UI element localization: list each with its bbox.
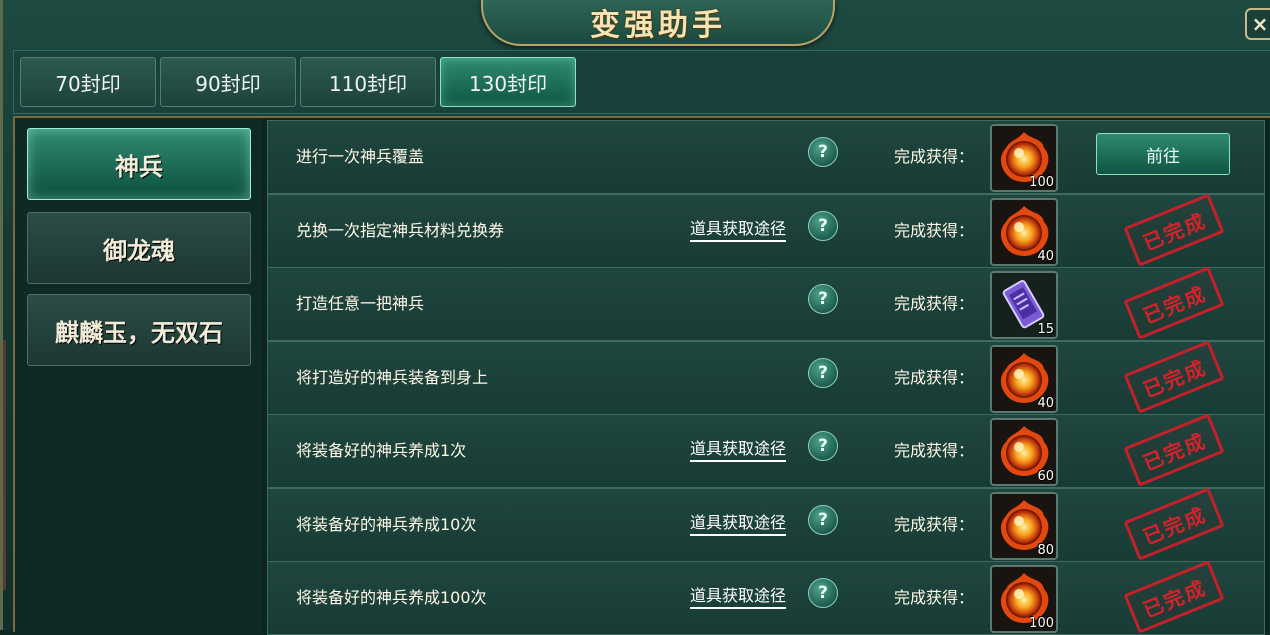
tab-seal-70[interactable]: 70封印 bbox=[20, 57, 156, 107]
category-shenbing[interactable]: 神兵 bbox=[27, 128, 251, 200]
reward-quantity: 100 bbox=[1029, 616, 1054, 631]
task-row: 打造任意一把神兵? 完成获得： 15 已完成 bbox=[267, 266, 1265, 341]
item-source-link[interactable]: 道具获取途径 bbox=[690, 219, 787, 242]
item-source-link[interactable]: 道具获取途径 bbox=[690, 439, 787, 462]
left-edge-decoration bbox=[3, 340, 6, 590]
tab-label: 110封印 bbox=[328, 71, 408, 96]
task-description: 打造任意一把神兵 bbox=[296, 294, 425, 313]
helper-window: 变强助手 × 70封印 90封印 110封印 130封印 神兵 御龙魂 麒麟玉，… bbox=[0, 0, 1270, 635]
task-description: 将打造好的神兵装备到身上 bbox=[296, 367, 489, 387]
category-qilinyu[interactable]: 麒麟玉，无双石 bbox=[27, 294, 251, 366]
reward-slot[interactable]: 100 bbox=[990, 124, 1058, 192]
reward-slot[interactable]: 100 bbox=[990, 565, 1058, 633]
reward-label: 完成获得： bbox=[894, 367, 975, 387]
reward-slot[interactable]: 40 bbox=[990, 197, 1058, 266]
help-icon[interactable]: ? bbox=[808, 137, 838, 167]
item-source-link[interactable]: 道具获取途径 bbox=[690, 586, 787, 609]
tab-seal-130[interactable]: 130封印 bbox=[440, 57, 576, 107]
help-icon[interactable]: ? bbox=[808, 210, 838, 241]
reward-label: 完成获得： bbox=[894, 147, 975, 166]
close-button[interactable]: × bbox=[1245, 8, 1270, 40]
reward-quantity: 100 bbox=[1029, 175, 1054, 190]
category-yulonghun[interactable]: 御龙魂 bbox=[27, 212, 251, 284]
help-icon[interactable]: ? bbox=[808, 578, 838, 608]
reward-label: 完成获得： bbox=[894, 588, 975, 607]
help-icon[interactable]: ? bbox=[808, 504, 838, 535]
task-row: 进行一次神兵覆盖? 完成获得： 100 前往 bbox=[267, 120, 1265, 194]
tab-label: 130封印 bbox=[468, 71, 548, 96]
help-icon[interactable]: ? bbox=[808, 284, 838, 314]
completed-stamp: 已完成 bbox=[1123, 339, 1225, 414]
task-description: 将装备好的神兵养成10次 bbox=[296, 514, 477, 534]
completed-stamp: 已完成 bbox=[1123, 413, 1225, 487]
help-icon[interactable]: ? bbox=[808, 357, 838, 388]
close-icon: × bbox=[1251, 12, 1269, 36]
seal-tab-bar: 70封印 90封印 110封印 130封印 bbox=[13, 50, 1270, 114]
task-row: 将打造好的神兵装备到身上? 完成获得： 40 已完成 bbox=[267, 339, 1265, 415]
reward-label: 完成获得： bbox=[894, 220, 975, 240]
category-sidebar: 神兵 御龙魂 麒麟玉，无双石 bbox=[15, 118, 263, 632]
item-source-link[interactable]: 道具获取途径 bbox=[690, 513, 787, 536]
task-row: 将装备好的神兵养成10次 道具获取途径? 完成获得： 80 已完成 bbox=[267, 486, 1265, 562]
reward-slot[interactable]: 40 bbox=[990, 344, 1058, 413]
tab-label: 70封印 bbox=[55, 71, 121, 96]
task-description: 进行一次神兵覆盖 bbox=[296, 147, 425, 166]
reward-label: 完成获得： bbox=[894, 294, 975, 313]
reward-quantity: 40 bbox=[1037, 248, 1054, 264]
task-row: 兑换一次指定神兵材料兑换券 道具获取途径? 完成获得： 40 已完成 bbox=[267, 192, 1265, 268]
task-description: 将装备好的神兵养成1次 bbox=[296, 441, 467, 460]
content-panel: 神兵 御龙魂 麒麟玉，无双石 进行一次神兵覆盖? 完成获得： 100 前往兑换一次指定… bbox=[13, 116, 1270, 635]
completed-stamp: 已完成 bbox=[1123, 192, 1225, 267]
category-label: 麒麟玉，无双石 bbox=[55, 317, 223, 347]
reward-label: 完成获得： bbox=[894, 441, 975, 460]
reward-quantity: 40 bbox=[1037, 395, 1054, 411]
reward-label: 完成获得： bbox=[894, 514, 975, 534]
tab-label: 90封印 bbox=[195, 71, 261, 96]
reward-slot[interactable]: 80 bbox=[990, 491, 1058, 560]
completed-stamp: 已完成 bbox=[1123, 266, 1225, 340]
reward-slot[interactable]: 15 bbox=[990, 271, 1058, 339]
title-plate: 变强助手 bbox=[481, 0, 835, 46]
window-title: 变强助手 bbox=[590, 8, 726, 43]
task-row: 将装备好的神兵养成1次 道具获取途径? 完成获得： 60 已完成 bbox=[267, 413, 1265, 488]
task-description: 将装备好的神兵养成100次 bbox=[296, 588, 487, 607]
tab-seal-90[interactable]: 90封印 bbox=[160, 57, 296, 107]
task-description: 兑换一次指定神兵材料兑换券 bbox=[296, 220, 505, 240]
reward-quantity: 80 bbox=[1037, 542, 1054, 558]
category-label: 御龙魂 bbox=[103, 235, 175, 265]
completed-stamp: 已完成 bbox=[1123, 486, 1225, 561]
completed-stamp: 已完成 bbox=[1123, 560, 1225, 634]
reward-slot[interactable]: 60 bbox=[990, 418, 1058, 486]
go-button[interactable]: 前往 bbox=[1096, 133, 1230, 175]
task-row: 将装备好的神兵养成100次 道具获取途径? 完成获得： 100 已完成 bbox=[267, 560, 1265, 635]
category-label: 神兵 bbox=[115, 151, 163, 181]
reward-quantity: 15 bbox=[1037, 322, 1054, 337]
tab-seal-110[interactable]: 110封印 bbox=[300, 57, 436, 107]
help-icon[interactable]: ? bbox=[808, 431, 838, 461]
reward-quantity: 60 bbox=[1037, 469, 1054, 484]
